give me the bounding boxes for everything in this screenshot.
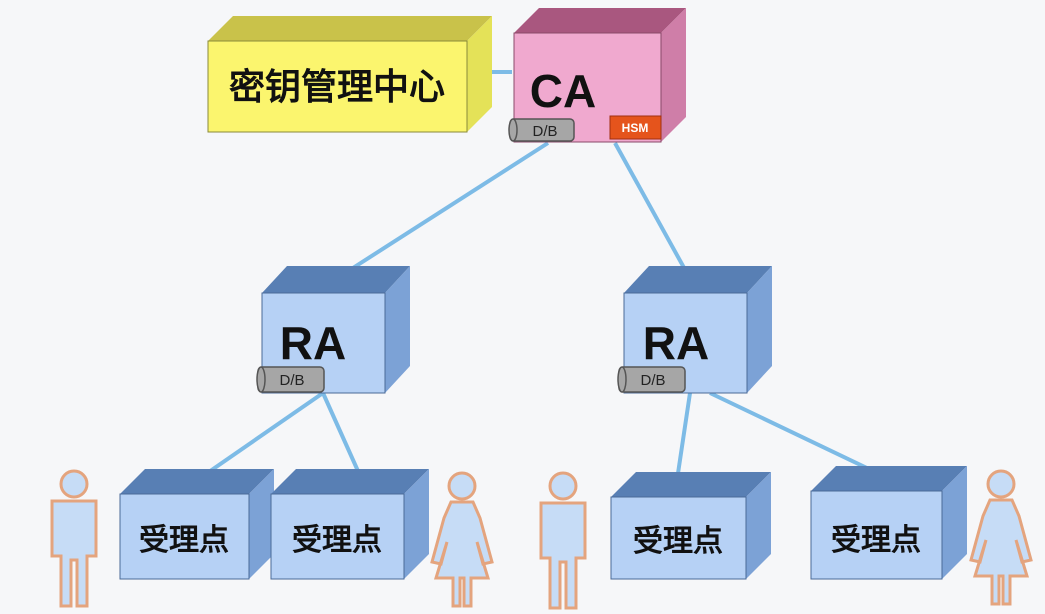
male-person-icon (539, 471, 587, 610)
male-person-icon (50, 469, 98, 608)
acceptance-point-box-1: 受理点 (119, 469, 274, 580)
acceptance-point-box-2: 受理点 (270, 469, 429, 580)
ra-right-database-icon: D/B (617, 366, 686, 393)
key-management-center-box: 密钥管理中心 (207, 16, 492, 133)
acceptance-point-3-label: 受理点 (633, 524, 723, 559)
point-3-box-top (611, 472, 771, 497)
kmc-box-top (208, 16, 492, 41)
acceptance-point-box-4: 受理点 (810, 466, 967, 580)
ra-box-left: RA D/B (256, 266, 410, 394)
acceptance-point-4-label: 受理点 (831, 523, 921, 558)
ca-box-top (514, 8, 686, 33)
point-4-box-top (811, 466, 967, 491)
pki-architecture-diagram: 密钥管理中心 CA D/B HSM RA D/B RA D/B 受理点 受理点 … (50, 8, 1033, 610)
ra-right-point-3-link (675, 392, 692, 481)
kmc-label: 密钥管理中心 (229, 66, 445, 108)
ra-right-label: RA (643, 317, 709, 369)
acceptance-point-box-3: 受理点 (610, 472, 771, 580)
ca-box: CA D/B HSM (508, 8, 686, 143)
acceptance-point-2-label: 受理点 (292, 523, 382, 558)
ca-label: CA (530, 65, 596, 117)
ra-box-right: RA D/B (617, 266, 772, 394)
hsm-label: HSM (622, 121, 649, 135)
ca-ra-left-link (340, 141, 550, 277)
ca-db-label: D/B (532, 123, 557, 140)
ra-right-db-label: D/B (640, 372, 665, 389)
ra-left-point-2-link (321, 392, 364, 481)
female-person-icon (430, 471, 494, 608)
ra-left-label: RA (280, 317, 346, 369)
ra-left-box-top (262, 266, 410, 293)
acceptance-point-1-label: 受理点 (139, 523, 229, 558)
ra-left-db-label: D/B (279, 372, 304, 389)
ca-database-icon: D/B (508, 118, 575, 142)
ra-left-database-icon: D/B (256, 366, 325, 393)
hsm-badge: HSM (609, 115, 662, 140)
female-person-icon (969, 469, 1033, 606)
ca-ra-right-link (613, 142, 690, 276)
ra-right-box-top (624, 266, 772, 293)
point-2-box-top (271, 469, 429, 494)
point-1-box-top (120, 469, 274, 494)
